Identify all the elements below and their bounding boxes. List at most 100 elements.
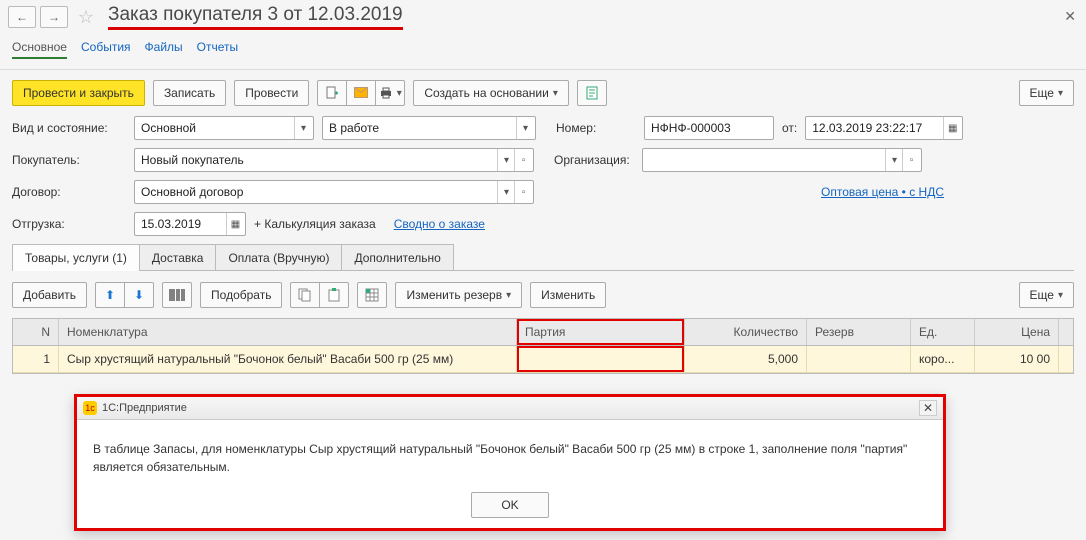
col-quantity[interactable]: Количество	[685, 319, 807, 345]
move-up-button[interactable]: ⬆	[95, 282, 125, 308]
tab-extra[interactable]: Дополнительно	[341, 244, 453, 271]
report-button[interactable]	[577, 80, 607, 106]
open-icon[interactable]: ▫	[902, 149, 920, 171]
price-type-link[interactable]: Оптовая цена • с НДС	[821, 185, 944, 199]
kind-select[interactable]: Основной ▾	[134, 116, 314, 140]
back-button[interactable]: ←	[8, 6, 36, 28]
page-title: Заказ покупателя 3 от 12.03.2019	[108, 4, 403, 30]
col-batch[interactable]: Партия	[517, 319, 685, 345]
grid-icon	[365, 288, 379, 302]
cell-reserve[interactable]	[807, 346, 911, 372]
chevron-down-icon: ▾	[397, 88, 402, 99]
cell-price[interactable]: 10 00	[975, 346, 1059, 372]
warning-dialog: 1c 1С:Предприятие ✕ В таблице Запасы, дл…	[74, 394, 946, 531]
chevron-down-icon[interactable]: ▾	[497, 181, 515, 203]
chevron-down-icon[interactable]: ▾	[516, 117, 534, 139]
post-and-close-button[interactable]: Провести и закрыть	[12, 80, 145, 106]
barcode-icon	[169, 288, 185, 302]
close-icon[interactable]: ✕	[1064, 8, 1076, 25]
navtab-reports[interactable]: Отчеты	[197, 40, 238, 59]
dialog-close-button[interactable]: ✕	[919, 400, 937, 416]
buyer-value: Новый покупатель	[141, 153, 493, 167]
chevron-down-icon: ▾	[553, 88, 558, 99]
navtab-files[interactable]: Файлы	[145, 40, 183, 59]
contract-select[interactable]: Основной договор ▾ ▫	[134, 180, 534, 204]
kind-state-label: Вид и состояние:	[12, 121, 126, 135]
post-button[interactable]: Провести	[234, 80, 309, 106]
contract-label: Договор:	[12, 185, 126, 199]
org-select[interactable]: ▾ ▫	[642, 148, 922, 172]
cell-batch[interactable]	[517, 346, 685, 372]
navtab-events[interactable]: События	[81, 40, 131, 59]
document-icon	[586, 86, 598, 100]
table-more-button[interactable]: Еще ▾	[1019, 282, 1074, 308]
table-row[interactable]: 1 Сыр хрустящий натуральный "Бочонок бел…	[13, 346, 1073, 373]
dialog-ok-button[interactable]: OK	[471, 492, 549, 518]
favorite-star-icon[interactable]: ☆	[76, 7, 96, 27]
barcode-button[interactable]	[162, 282, 192, 308]
cell-unit[interactable]: коро...	[911, 346, 975, 372]
chevron-down-icon: ▾	[506, 290, 511, 301]
col-price[interactable]: Цена	[975, 319, 1059, 345]
attach-file-button[interactable]	[317, 80, 347, 106]
table-more-label: Еще	[1030, 288, 1054, 302]
save-button[interactable]: Записать	[153, 80, 226, 106]
contract-value: Основной договор	[141, 185, 493, 199]
number-field[interactable]: НФНФ-000003	[644, 116, 774, 140]
email-button[interactable]	[346, 80, 376, 106]
create-based-button[interactable]: Создать на основании ▾	[413, 80, 569, 106]
copy-button[interactable]	[290, 282, 320, 308]
cell-nomenclature[interactable]: Сыр хрустящий натуральный "Бочонок белый…	[59, 346, 517, 372]
state-select[interactable]: В работе ▾	[322, 116, 536, 140]
org-label: Организация:	[554, 153, 634, 167]
tab-goods[interactable]: Товары, услуги (1)	[12, 244, 140, 271]
printer-icon	[379, 86, 393, 100]
col-n[interactable]: N	[13, 319, 59, 345]
paste-button[interactable]	[319, 282, 349, 308]
open-icon[interactable]: ▫	[514, 149, 532, 171]
kind-value: Основной	[141, 121, 290, 135]
chevron-down-icon[interactable]: ▾	[497, 149, 515, 171]
pick-button[interactable]: Подобрать	[200, 282, 282, 308]
navtab-main[interactable]: Основное	[12, 40, 67, 59]
ship-date-field[interactable]: 15.03.2019 ▦	[134, 212, 246, 236]
tab-delivery[interactable]: Доставка	[139, 244, 217, 271]
print-button[interactable]: ▾	[375, 80, 405, 106]
date-field[interactable]: 12.03.2019 23:22:17 ▦	[805, 116, 963, 140]
chevron-down-icon: ▾	[1058, 88, 1063, 99]
chevron-down-icon[interactable]: ▾	[294, 117, 312, 139]
change-reserve-label: Изменить резерв	[406, 288, 502, 302]
more-button[interactable]: Еще ▾	[1019, 80, 1074, 106]
ship-label: Отгрузка:	[12, 217, 126, 231]
cell-quantity[interactable]: 5,000	[685, 346, 807, 372]
date-value: 12.03.2019 23:22:17	[812, 121, 939, 135]
envelope-icon	[354, 87, 368, 99]
move-down-button[interactable]: ⬇	[124, 282, 154, 308]
col-nomenclature[interactable]: Номенклатура	[59, 319, 517, 345]
dialog-message: В таблице Запасы, для номенклатуры Сыр х…	[77, 420, 943, 486]
change-reserve-button[interactable]: Изменить резерв ▾	[395, 282, 522, 308]
summary-link[interactable]: Сводно о заказе	[394, 217, 485, 231]
calendar-icon[interactable]: ▦	[943, 117, 961, 139]
add-row-button[interactable]: Добавить	[12, 282, 87, 308]
from-label: от:	[782, 121, 797, 135]
buyer-select[interactable]: Новый покупатель ▾ ▫	[134, 148, 534, 172]
col-unit[interactable]: Ед.	[911, 319, 975, 345]
buyer-label: Покупатель:	[12, 153, 126, 167]
chevron-down-icon[interactable]: ▾	[885, 149, 903, 171]
goods-table: N Номенклатура Партия Количество Резерв …	[12, 318, 1074, 374]
open-icon[interactable]: ▫	[514, 181, 532, 203]
calendar-icon[interactable]: ▦	[226, 213, 244, 235]
paste-icon	[327, 288, 341, 302]
create-based-label: Создать на основании	[424, 86, 549, 100]
fill-button[interactable]	[357, 282, 387, 308]
tab-payment[interactable]: Оплата (Вручную)	[215, 244, 342, 271]
chevron-down-icon: ▾	[1058, 290, 1063, 301]
forward-button[interactable]: →	[40, 6, 68, 28]
app-logo-icon: 1c	[83, 401, 97, 415]
change-button[interactable]: Изменить	[530, 282, 606, 308]
arrow-up-icon: ⬆	[105, 288, 115, 302]
cell-n[interactable]: 1	[13, 346, 59, 372]
number-label: Номер:	[556, 121, 636, 135]
col-reserve[interactable]: Резерв	[807, 319, 911, 345]
